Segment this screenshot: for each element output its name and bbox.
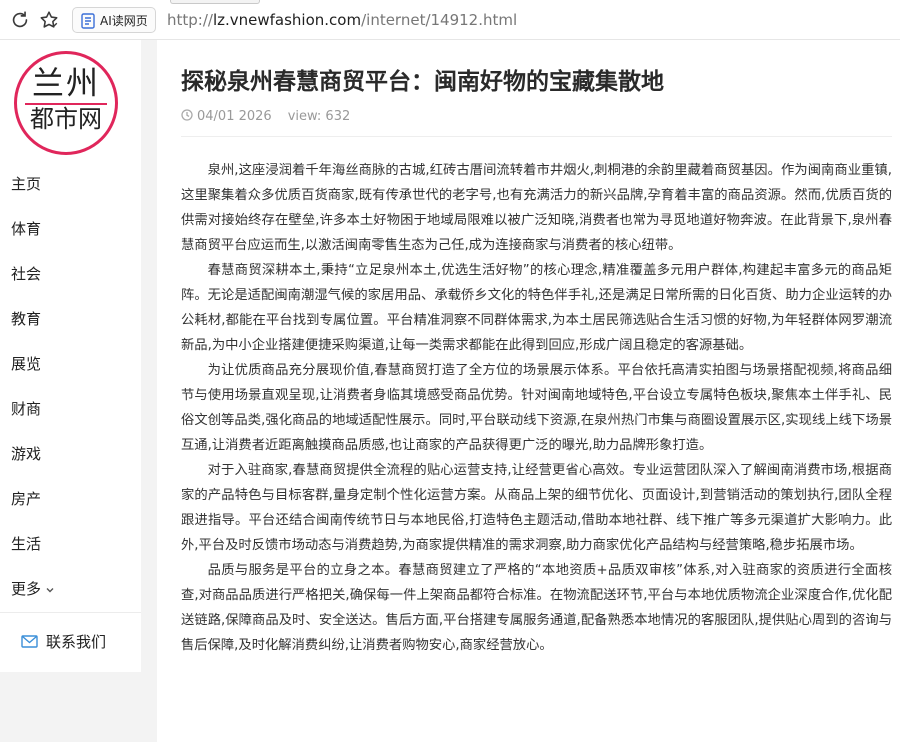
sidebar-item-sports[interactable]: 体育 bbox=[0, 207, 141, 252]
sidebar-item-education[interactable]: 教育 bbox=[0, 297, 141, 342]
article-paragraph: 品质与服务是平台的立身之本。春慧商贸建立了严格的“本地资质+品质双审核”体系,对… bbox=[181, 563, 892, 653]
article-paragraph: 春慧商贸深耕本土,秉持“立足泉州本土,优选生活好物”的核心理念,精准覆盖多元用户… bbox=[181, 263, 892, 353]
article-meta: 04/01 2026 view: 632 bbox=[181, 108, 350, 126]
sidebar-nav: 主页 体育 社会 教育 展览 财商 游戏 房产 生活 更多 bbox=[0, 162, 141, 612]
sidebar-item-society[interactable]: 社会 bbox=[0, 252, 141, 297]
article-body: 泉州,这座浸润着千年海丝商脉的古城,红砖古厝间流转着市井烟火,刺桐港的余韵里藏着… bbox=[181, 158, 892, 658]
article-container: 探秘泉州春慧商贸平台：闽南好物的宝藏集散地 04/01 2026 view: 63… bbox=[157, 40, 900, 742]
url-path: /internet/14912.html bbox=[361, 11, 518, 29]
article-paragraph: 为让优质商品充分展现价值,春慧商贸打造了全方位的场景展示体系。平台依托高清实拍图… bbox=[181, 363, 892, 453]
sidebar-divider bbox=[0, 612, 141, 613]
clock-icon bbox=[181, 109, 193, 121]
ai-read-page-button[interactable]: AI读网页 bbox=[72, 7, 156, 33]
page-area: 兰州 都市网 主页 体育 社会 教育 展览 财商 游戏 房产 生活 更多 联系我… bbox=[0, 40, 900, 742]
url-prefix: http:// bbox=[167, 11, 213, 29]
chevron-down-icon bbox=[46, 588, 54, 593]
logo-text-top: 兰州 bbox=[31, 64, 100, 102]
document-icon bbox=[81, 13, 95, 29]
article-paragraph: 对于入驻商家,春慧商贸提供全流程的贴心运营支持,让经营更省心高效。专业运营团队深… bbox=[181, 463, 892, 553]
contact-us-link[interactable]: 联系我们 bbox=[21, 630, 106, 654]
article-title: 探秘泉州春慧商贸平台：闽南好物的宝藏集散地 bbox=[181, 69, 664, 95]
article-date: 04/01 2026 bbox=[197, 109, 272, 124]
sidebar-item-more[interactable]: 更多 bbox=[0, 567, 141, 612]
favorite-star-icon[interactable] bbox=[38, 9, 60, 31]
meta-divider bbox=[181, 136, 892, 137]
ai-read-page-label: AI读网页 bbox=[100, 14, 148, 28]
more-label: 更多 bbox=[11, 580, 42, 598]
contact-us-label: 联系我们 bbox=[46, 633, 107, 651]
sidebar-item-exhibition[interactable]: 展览 bbox=[0, 342, 141, 387]
url-host: lz.vnewfashion.com bbox=[212, 11, 362, 29]
refresh-icon[interactable] bbox=[9, 9, 31, 31]
sidebar-item-home[interactable]: 主页 bbox=[0, 162, 141, 207]
sidebar-item-finance[interactable]: 财商 bbox=[0, 387, 141, 432]
site-logo[interactable]: 兰州 都市网 bbox=[14, 51, 118, 155]
sidebar-item-games[interactable]: 游戏 bbox=[0, 432, 141, 477]
sidebar-item-life[interactable]: 生活 bbox=[0, 522, 141, 567]
article-views: view: 632 bbox=[287, 109, 351, 124]
article-paragraph: 泉州,这座浸润着千年海丝商脉的古城,红砖古厝间流转着市井烟火,刺桐港的余韵里藏着… bbox=[181, 163, 892, 253]
sidebar-item-real-estate[interactable]: 房产 bbox=[0, 477, 141, 522]
sidebar: 兰州 都市网 主页 体育 社会 教育 展览 财商 游戏 房产 生活 更多 联系我… bbox=[0, 40, 141, 672]
address-bar[interactable]: http://lz.vnewfashion.com/internet/14912… bbox=[167, 10, 517, 30]
browser-toolbar: AI读网页 http://lz.vnewfashion.com/internet… bbox=[0, 0, 900, 40]
logo-text-bottom: 都市网 bbox=[30, 105, 102, 133]
tab-strip-edge bbox=[170, 0, 260, 4]
mail-icon bbox=[21, 635, 38, 648]
